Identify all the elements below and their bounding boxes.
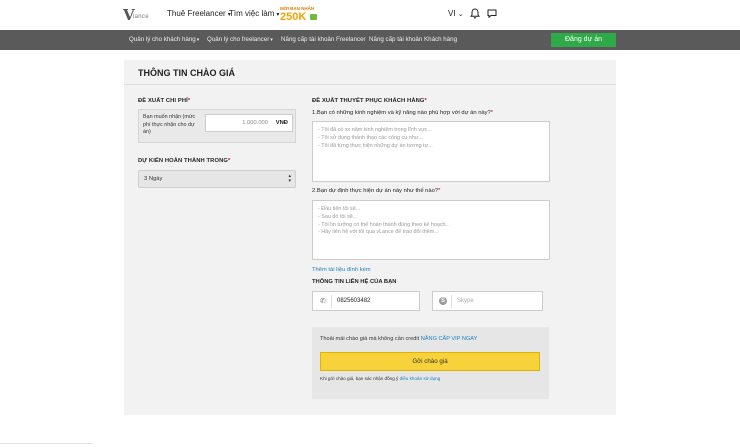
terms-note: Khi gởi chào giá, bạn sác nhận đồng ý đi… bbox=[320, 376, 441, 381]
phone-value: 0825603482 bbox=[337, 298, 371, 304]
duration-select[interactable]: 3 Ngày ▴ ▾ bbox=[138, 170, 296, 188]
subnav-client-management[interactable]: Quản lý cho khách hàng▾ bbox=[129, 36, 199, 43]
language-selector[interactable]: VI ⌄ bbox=[448, 9, 464, 18]
logo-text: lance bbox=[133, 14, 149, 20]
proposal-label: ĐỀ XUẤT THUYẾT PHỤC KHÁCH HÀNG* bbox=[312, 98, 427, 104]
chevron-down-icon: ⌄ bbox=[457, 11, 464, 18]
question-1: 1.Bạn có những kinh nghiệm và kỹ năng nà… bbox=[312, 110, 494, 116]
question-2: 2.Bạn dự định thực hiện dự án này như th… bbox=[312, 188, 441, 194]
vlance-logo[interactable]: V lance bbox=[123, 6, 159, 24]
skype-input[interactable]: S Skype bbox=[432, 291, 543, 311]
bell-icon[interactable] bbox=[470, 8, 480, 19]
plan-placeholder: - Đầu tiên tôi sẽ... - Sau đó tôi sẽ... … bbox=[318, 206, 451, 236]
chevron-down-icon: ▾ bbox=[196, 37, 200, 43]
skype-placeholder: Skype bbox=[457, 298, 474, 304]
vip-note: Thoải mái chào giá mà không cần credit N… bbox=[320, 336, 478, 342]
bid-label: ĐỀ XUẤT CHI PHÍ* bbox=[138, 98, 191, 104]
duration-label: DỰ KIẾN HOÀN THÀNH TRONG* bbox=[138, 158, 231, 164]
experience-placeholder: - Tôi đã có xx năm kinh nghiệm trong lĩn… bbox=[318, 127, 433, 149]
submit-box: Thoải mái chào giá mà không cần credit N… bbox=[312, 327, 549, 399]
subnav-freelancer-management[interactable]: Quản lý cho freelancer▾ bbox=[207, 36, 273, 43]
bid-description: Bạn muốn nhận (mức phí thực nhận cho dự … bbox=[143, 114, 196, 135]
submit-bid-button[interactable]: Gởi chào giá bbox=[320, 352, 540, 371]
upgrade-vip-link[interactable]: NÂNG CẤP VIP NGAY bbox=[421, 336, 478, 342]
phone-icon: ✆ bbox=[320, 298, 326, 305]
experience-textarea[interactable]: - Tôi đã có xx năm kinh nghiệm trong lĩn… bbox=[312, 121, 550, 182]
skype-icon: S bbox=[439, 297, 447, 305]
post-project-button[interactable]: Đăng dự án bbox=[551, 33, 616, 47]
bid-box: Bạn muốn nhận (mức phí thực nhận cho dự … bbox=[138, 109, 296, 143]
phone-input[interactable]: ✆ 0825603482 bbox=[312, 291, 420, 311]
chevron-down-icon: ▾ bbox=[270, 37, 273, 43]
bid-amount-value: 1.000.000 bbox=[242, 120, 268, 126]
subnav-upgrade-client[interactable]: Nâng cấp tài khoản Khách hàng bbox=[369, 36, 457, 43]
message-icon[interactable] bbox=[487, 9, 497, 18]
chevron-down-icon: ▾ bbox=[276, 12, 280, 18]
divider bbox=[124, 84, 616, 85]
page-title: THÔNG TIN CHÀO GIÁ bbox=[138, 68, 235, 78]
sub-navbar: Quản lý cho khách hàng▾ Quản lý cho free… bbox=[0, 30, 740, 50]
select-arrows-icon: ▴ ▾ bbox=[288, 173, 291, 184]
attach-file-link[interactable]: Thêm tài liệu đính kèm bbox=[312, 267, 371, 273]
footer-divider bbox=[0, 443, 93, 444]
nav-hire-freelancer[interactable]: Thuê Freelancer ▾ bbox=[167, 9, 231, 18]
plan-textarea[interactable]: - Đầu tiên tôi sẽ... - Sau đó tôi sẽ... … bbox=[312, 200, 550, 260]
gift-icon bbox=[310, 14, 317, 20]
bid-amount-input[interactable]: 1.000.000 VNĐ bbox=[205, 114, 293, 132]
contact-label: THÔNG TIN LIÊN HỆ CỦA BẠN bbox=[312, 279, 397, 285]
subnav-upgrade-freelancer[interactable]: Nâng cấp tài khoản Freelancer bbox=[281, 36, 366, 43]
bid-form-panel: THÔNG TIN CHÀO GIÁ ĐỀ XUẤT CHI PHÍ* Bạn … bbox=[124, 60, 616, 415]
nav-find-job[interactable]: Tìm việc làm ▾ bbox=[229, 9, 279, 18]
promo-banner[interactable]: MỜI BẠN NHẬN 250K bbox=[280, 6, 324, 24]
currency-label: VNĐ bbox=[275, 120, 288, 126]
terms-link[interactable]: điều khoản sử dụng bbox=[400, 376, 441, 381]
promo-amount: 250K bbox=[280, 11, 307, 23]
top-bar: V lance Thuê Freelancer ▾ Tìm việc làm ▾ M… bbox=[0, 0, 740, 30]
duration-selected: 3 Ngày bbox=[144, 176, 163, 182]
